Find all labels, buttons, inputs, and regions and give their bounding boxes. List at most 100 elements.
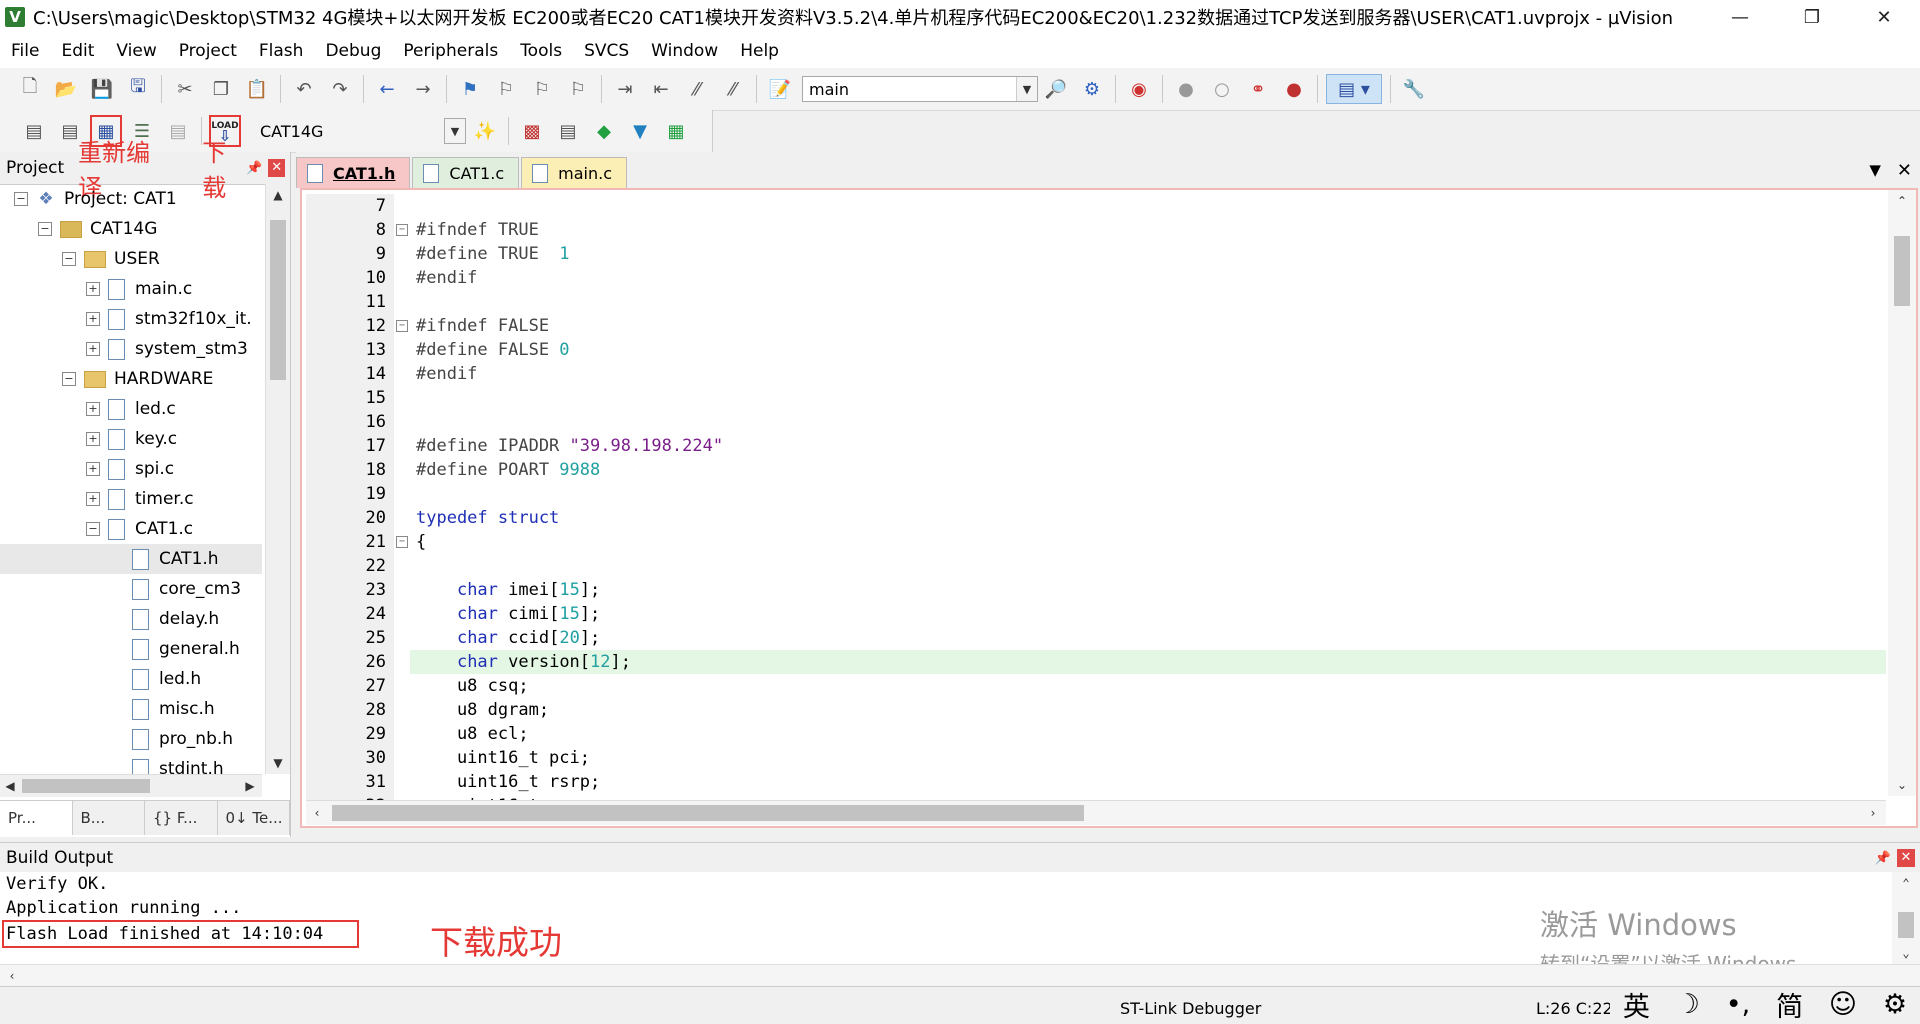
project-tree-horizontal-scrollbar[interactable]: ◀ ▶: [0, 774, 262, 797]
expand-icon[interactable]: +: [86, 312, 100, 326]
tree-item[interactable]: − CAT14G: [0, 214, 262, 244]
tab-functions[interactable]: {} F...: [145, 801, 218, 835]
breakpoint-icon[interactable]: ●: [1171, 74, 1201, 104]
tree-item[interactable]: + main.c: [0, 274, 262, 304]
kill-breakpoints-icon[interactable]: ●: [1279, 74, 1309, 104]
code-editor[interactable]: 7 8− #ifndef TRUE 9 #define TRUE 1 10 #endif 11…: [300, 188, 1918, 828]
find-combo[interactable]: main ▼: [802, 76, 1038, 102]
save-icon[interactable]: 💾: [87, 74, 117, 104]
undo-icon[interactable]: ↶: [289, 74, 319, 104]
code-line[interactable]: 21−{: [306, 530, 1886, 554]
scrollbar-thumb[interactable]: [22, 779, 150, 793]
code-line[interactable]: 17 #define IPADDR "39.98.198.224": [306, 434, 1886, 458]
pack-installer-icon[interactable]: ▼: [625, 116, 655, 146]
tab-cat1-c[interactable]: CAT1.c: [412, 157, 520, 188]
tab-templates[interactable]: 0↓ Te...: [218, 801, 290, 835]
clear-bookmarks-icon[interactable]: ⚐: [563, 74, 593, 104]
menu-view[interactable]: View: [105, 34, 167, 68]
menu-tools[interactable]: Tools: [509, 34, 573, 68]
uncomment-icon[interactable]: ⁄⁄: [718, 74, 748, 104]
stop-build-icon[interactable]: ▤: [163, 116, 193, 146]
tab-books[interactable]: B...: [73, 801, 145, 835]
expand-icon[interactable]: +: [86, 432, 100, 446]
tab-main-c[interactable]: main.c: [521, 157, 627, 188]
tree-item[interactable]: general.h: [0, 634, 262, 664]
open-file-icon[interactable]: 📂: [51, 74, 81, 104]
target-options-icon[interactable]: ✨: [470, 116, 500, 146]
collapse-icon[interactable]: −: [62, 252, 76, 266]
tree-item[interactable]: led.h: [0, 664, 262, 694]
find-icon[interactable]: 🔎: [1041, 74, 1071, 104]
editor-horizontal-scrollbar[interactable]: ‹ ›: [306, 800, 1886, 825]
ime-simplified-icon[interactable]: 简: [1776, 985, 1803, 1024]
code-line[interactable]: 28 u8 dgram;: [306, 698, 1886, 722]
menu-debug[interactable]: Debug: [314, 34, 392, 68]
code-line[interactable]: 24 char cimi[15];: [306, 602, 1886, 626]
code-line[interactable]: 29 u8 ecl;: [306, 722, 1886, 746]
tree-item[interactable]: − USER: [0, 244, 262, 274]
chevron-down-icon[interactable]: ▼: [444, 118, 466, 144]
project-tree-vertical-scrollbar[interactable]: ▲ ▼: [265, 184, 290, 774]
menu-svcs[interactable]: SVCS: [573, 34, 640, 68]
code-line[interactable]: 13 #define FALSE 0: [306, 338, 1886, 362]
editor-vertical-scrollbar[interactable]: ⌃ ⌄: [1888, 190, 1916, 796]
software-packs-icon[interactable]: ▦: [661, 116, 691, 146]
scroll-left-icon[interactable]: ◀: [0, 775, 20, 797]
code-line[interactable]: 18 #define POART 9988: [306, 458, 1886, 482]
restore-button[interactable]: ❐: [1776, 0, 1848, 34]
code-line[interactable]: 15: [306, 386, 1886, 410]
menu-help[interactable]: Help: [729, 34, 790, 68]
build-output-panel[interactable]: Verify OK. Application running ... Flash…: [0, 872, 1920, 976]
expand-icon[interactable]: +: [86, 492, 100, 506]
menu-flash[interactable]: Flash: [248, 34, 315, 68]
tree-item[interactable]: misc.h: [0, 694, 262, 724]
scroll-up-icon[interactable]: ⌃: [1892, 872, 1920, 894]
expand-icon[interactable]: +: [86, 402, 100, 416]
translate-icon[interactable]: ▤: [19, 116, 49, 146]
collapse-icon[interactable]: −: [38, 222, 52, 236]
next-bookmark-icon[interactable]: ⚐: [527, 74, 557, 104]
fold-icon[interactable]: −: [396, 320, 408, 332]
tree-item[interactable]: delay.h: [0, 604, 262, 634]
tree-item[interactable]: + timer.c: [0, 484, 262, 514]
incremental-find-icon[interactable]: ⚙: [1077, 74, 1107, 104]
tree-item[interactable]: + spi.c: [0, 454, 262, 484]
minimize-button[interactable]: —: [1704, 0, 1776, 34]
redo-icon[interactable]: ↷: [325, 74, 355, 104]
manage-project-items-icon[interactable]: ▩: [517, 116, 547, 146]
code-line[interactable]: 23 char imei[15];: [306, 578, 1886, 602]
scroll-down-icon[interactable]: ▼: [266, 752, 290, 774]
scroll-left-icon[interactable]: ‹: [4, 965, 20, 987]
scroll-left-icon[interactable]: ‹: [306, 801, 328, 823]
navigate-back-icon[interactable]: ←: [372, 74, 402, 104]
scroll-down-icon[interactable]: ⌄: [1892, 942, 1920, 964]
expand-icon[interactable]: +: [86, 282, 100, 296]
scroll-down-icon[interactable]: ⌄: [1888, 774, 1916, 796]
tree-item[interactable]: stdint.h: [0, 754, 262, 774]
scrollbar-thumb[interactable]: [1898, 912, 1914, 938]
save-all-icon[interactable]: 🖫: [123, 74, 153, 104]
code-line[interactable]: 27 u8 csq;: [306, 674, 1886, 698]
copy-icon[interactable]: ❐: [206, 74, 236, 104]
code-line[interactable]: 30 uint16_t pci;: [306, 746, 1886, 770]
code-line[interactable]: 11: [306, 290, 1886, 314]
code-line[interactable]: 9 #define TRUE 1: [306, 242, 1886, 266]
code-line[interactable]: 7: [306, 194, 1886, 218]
close-icon[interactable]: ✕: [268, 159, 285, 177]
window-layout-icon[interactable]: ▤ ▾: [1326, 74, 1382, 104]
scrollbar-thumb[interactable]: [270, 220, 286, 380]
tree-item[interactable]: CAT1.h: [0, 544, 262, 574]
new-file-icon[interactable]: 🗋: [15, 74, 45, 104]
fold-icon[interactable]: −: [396, 536, 408, 548]
tree-item[interactable]: + led.c: [0, 394, 262, 424]
bookmark-icon[interactable]: ⚑: [455, 74, 485, 104]
close-icon[interactable]: ✕: [1897, 849, 1915, 867]
code-line[interactable]: 8− #ifndef TRUE: [306, 218, 1886, 242]
start-debug-icon[interactable]: ◉: [1124, 74, 1154, 104]
scroll-up-icon[interactable]: ▲: [266, 184, 290, 206]
tree-item[interactable]: − HARDWARE: [0, 364, 262, 394]
ime-moon-icon[interactable]: ☽: [1676, 989, 1700, 1020]
code-line[interactable]: 20 typedef struct: [306, 506, 1886, 530]
target-select[interactable]: CAT14G ▼: [253, 118, 467, 144]
menu-file[interactable]: File: [0, 34, 50, 68]
